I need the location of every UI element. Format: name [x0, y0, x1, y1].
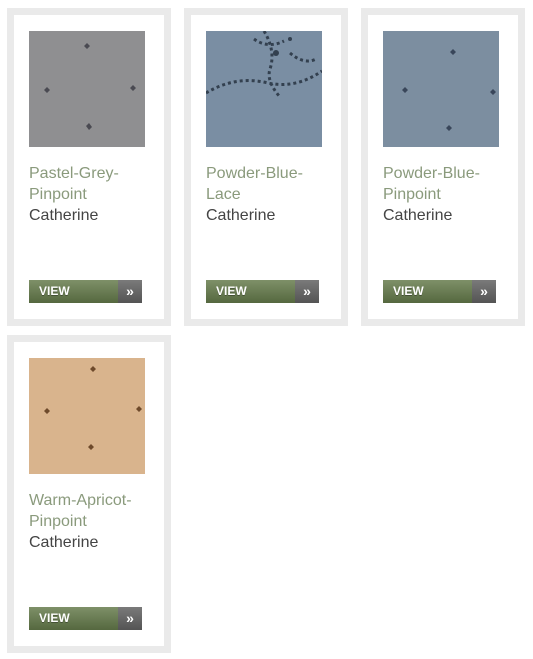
view-button[interactable]: VIEW »	[206, 280, 319, 303]
double-chevron-right-icon: »	[118, 280, 142, 303]
product-card: Warm-Apricot-Pinpoint Catherine VIEW »	[7, 335, 171, 653]
swatch-pinpoint-grey	[29, 31, 145, 147]
view-button-label: VIEW	[29, 280, 118, 303]
product-grid: Pastel-Grey-Pinpoint Catherine VIEW » Po…	[0, 0, 533, 659]
product-name[interactable]: Warm-Apricot-Pinpoint	[29, 490, 157, 532]
carpet-swatch-image[interactable]	[29, 31, 145, 147]
swatch-lace-blue	[206, 31, 322, 147]
product-name[interactable]: Pastel-Grey-Pinpoint	[29, 163, 157, 205]
view-button-label: VIEW	[383, 280, 472, 303]
product-card: Powder-Blue-Pinpoint Catherine VIEW »	[361, 8, 525, 326]
carpet-swatch-image[interactable]	[206, 31, 322, 147]
carpet-swatch-image[interactable]	[29, 358, 145, 474]
view-button[interactable]: VIEW »	[29, 280, 142, 303]
product-card: Pastel-Grey-Pinpoint Catherine VIEW »	[7, 8, 171, 326]
carpet-swatch-image[interactable]	[383, 31, 499, 147]
swatch-pinpoint-blue	[383, 31, 499, 147]
swatch-pinpoint-apricot	[29, 358, 145, 474]
product-name[interactable]: Powder-Blue-Lace	[206, 163, 334, 205]
double-chevron-right-icon: »	[118, 607, 142, 630]
view-button-label: VIEW	[29, 607, 118, 630]
product-collection: Catherine	[29, 207, 99, 224]
view-button-label: VIEW	[206, 280, 295, 303]
view-button[interactable]: VIEW »	[29, 607, 142, 630]
product-collection: Catherine	[29, 534, 99, 551]
view-button[interactable]: VIEW »	[383, 280, 496, 303]
double-chevron-right-icon: »	[472, 280, 496, 303]
product-card: Powder-Blue-Lace Catherine VIEW »	[184, 8, 348, 326]
product-collection: Catherine	[383, 207, 453, 224]
double-chevron-right-icon: »	[295, 280, 319, 303]
product-name[interactable]: Powder-Blue-Pinpoint	[383, 163, 511, 205]
product-collection: Catherine	[206, 207, 276, 224]
